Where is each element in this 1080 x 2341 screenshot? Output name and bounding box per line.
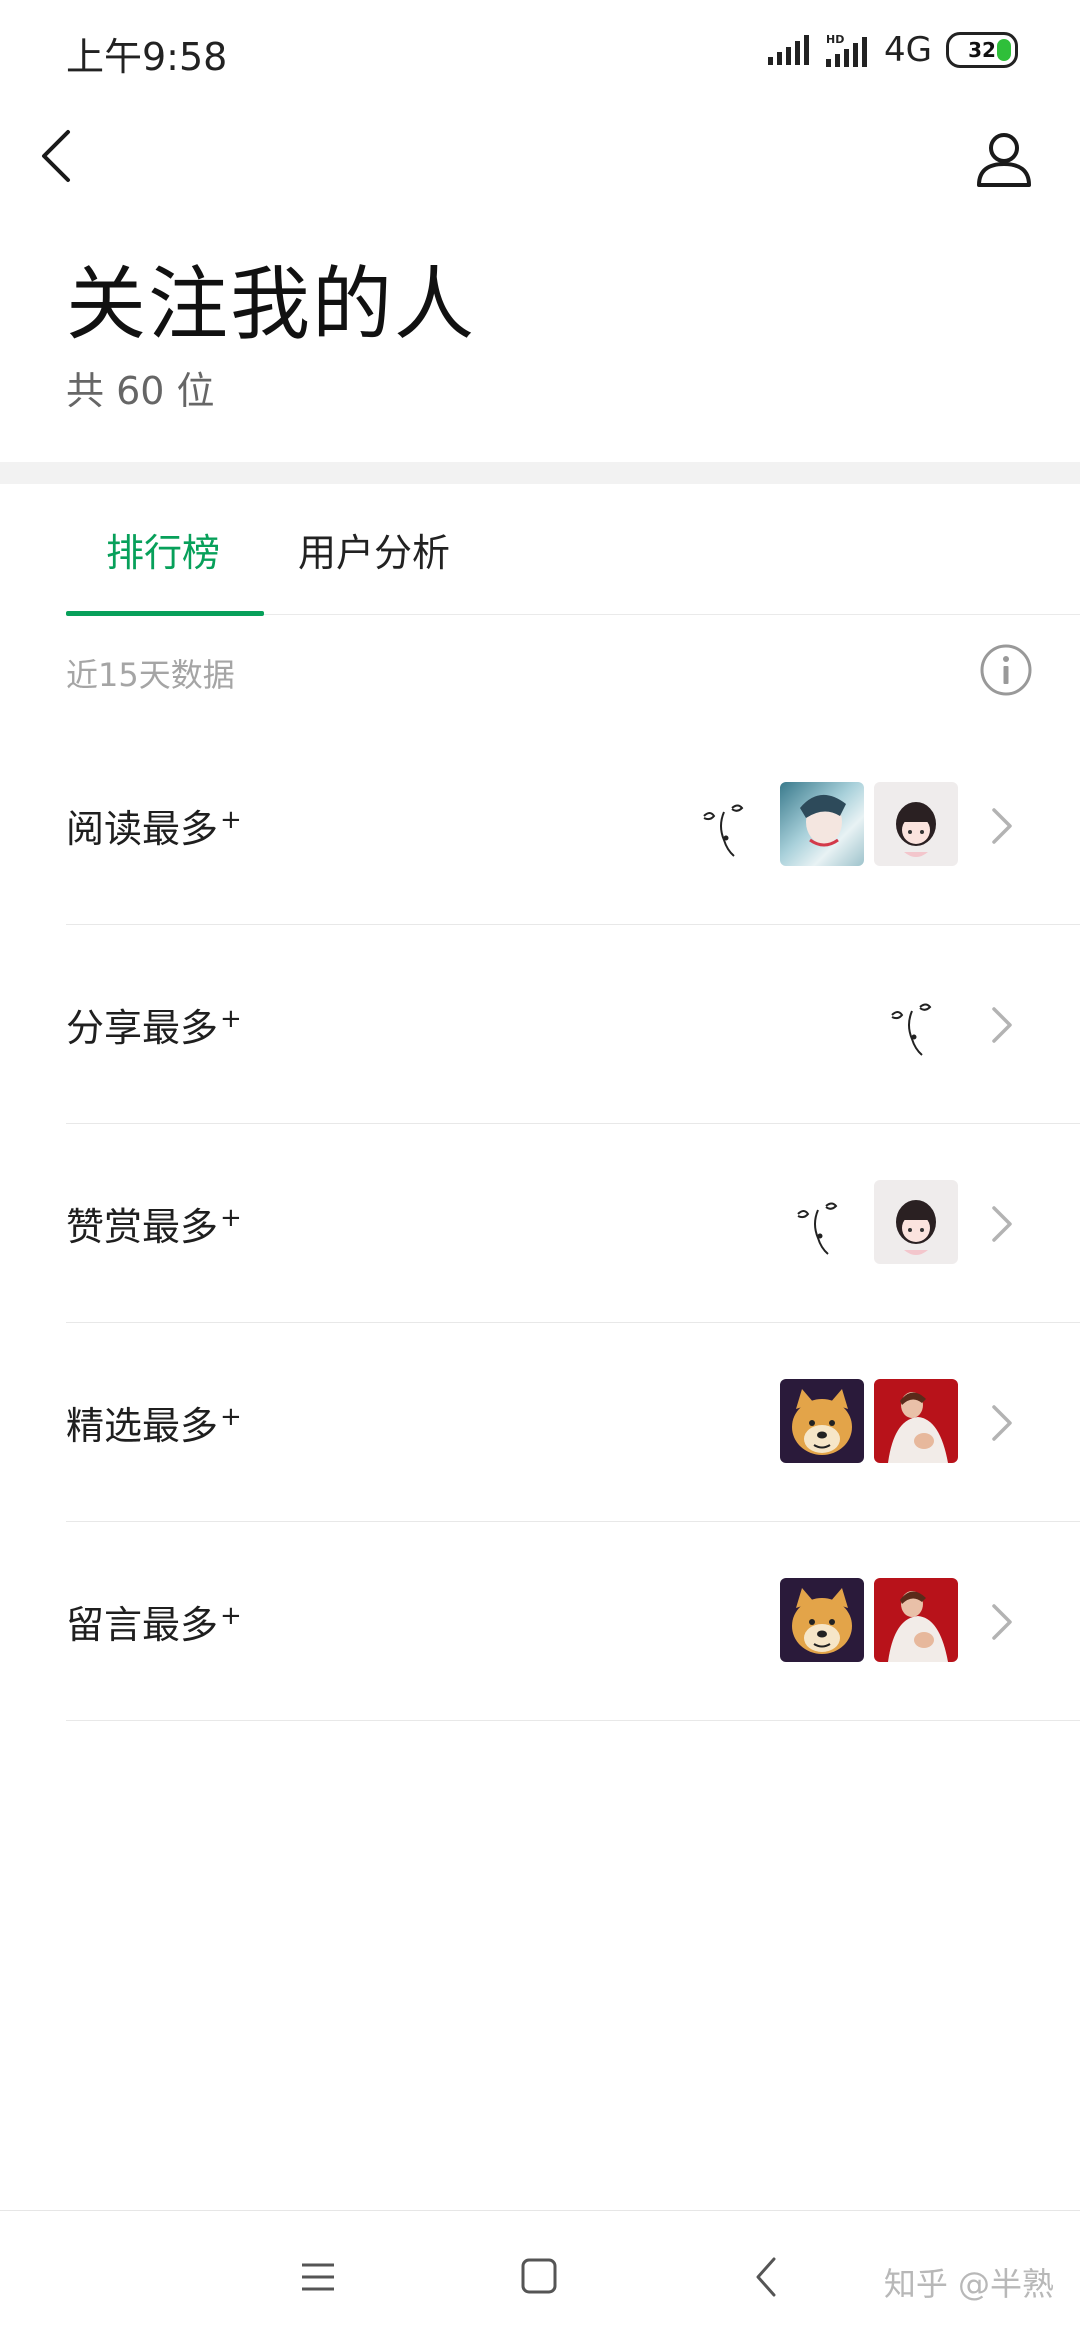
chevron-right-icon [992,808,1012,844]
info-icon [980,644,1032,696]
signal-icon [768,35,810,65]
back-icon [756,2257,776,2297]
rank-row-comments[interactable]: 留言最多+ [66,1522,1080,1721]
info-button[interactable] [978,642,1034,698]
face-sketch-avatar[interactable] [686,782,770,866]
data-range-note: 近15天数据 [66,656,235,694]
chevron-right-icon [992,1405,1012,1441]
avatar-group [780,1379,958,1463]
status-bar: 上午9:58 HD 4G 32 [0,0,1080,100]
woman-avatar[interactable] [874,1379,958,1463]
tab-ranking[interactable]: 排行榜 [106,522,220,577]
ranking-list: 阅读最多+ 分享最多+ 赞赏最多+ 精选最多+ 留言最多+ [66,726,1080,1721]
rank-label: 留言最多+ [66,1601,242,1647]
menu-icon [302,2263,334,2291]
battery-level: 32 [968,38,996,62]
user-icon [977,133,1031,187]
rank-label: 阅读最多+ [66,805,242,851]
profile-button[interactable] [964,124,1044,194]
girl-avatar[interactable] [874,1180,958,1264]
doge-avatar[interactable] [780,1578,864,1662]
avatar-group [686,782,958,866]
chevron-right-icon [992,1206,1012,1242]
avatar-group [780,1578,958,1662]
rank-row-reads[interactable]: 阅读最多+ [66,726,1080,925]
home-button[interactable] [516,2253,564,2301]
rank-row-featured[interactable]: 精选最多+ [66,1323,1080,1522]
page-title: 关注我的人 [66,258,476,351]
rank-row-rewards[interactable]: 赞赏最多+ [66,1124,1080,1323]
watermark: 知乎 @半熟 [883,2265,1054,2303]
face-sketch-avatar[interactable] [780,1180,864,1264]
doge-avatar[interactable] [780,1379,864,1463]
network-label: 4G [884,30,932,70]
avatar-group [874,981,958,1065]
rank-row-shares[interactable]: 分享最多+ [66,925,1080,1124]
boy-avatar[interactable] [780,782,864,866]
rank-label: 精选最多+ [66,1402,242,1448]
recent-apps-button[interactable] [296,2253,344,2301]
status-time: 上午9:58 [66,35,228,79]
hd-signal-icon: HD [826,33,868,67]
section-divider [0,462,1080,484]
chevron-right-icon [992,1007,1012,1043]
square-icon [521,2258,557,2294]
woman-avatar[interactable] [874,1578,958,1662]
chevron-left-icon [42,130,70,182]
svg-text:HD: HD [826,33,844,46]
face-sketch-avatar[interactable] [874,981,958,1065]
back-button[interactable] [28,126,84,186]
follower-count: 共 60 位 [66,369,215,413]
chevron-right-icon [992,1604,1012,1640]
system-nav-bar: 知乎 @半熟 [0,2210,1080,2341]
avatar-group [780,1180,958,1264]
active-tab-indicator [66,611,264,616]
tab-bar: 排行榜 用户分析 [66,484,1080,616]
system-back-button[interactable] [744,2253,792,2301]
rank-label: 分享最多+ [66,1004,242,1050]
rank-label: 赞赏最多+ [66,1203,242,1249]
girl-avatar[interactable] [874,782,958,866]
battery-icon: 32 [946,32,1018,68]
tab-user-analysis[interactable]: 用户分析 [298,522,450,577]
status-indicators: HD 4G 32 [768,26,1018,74]
